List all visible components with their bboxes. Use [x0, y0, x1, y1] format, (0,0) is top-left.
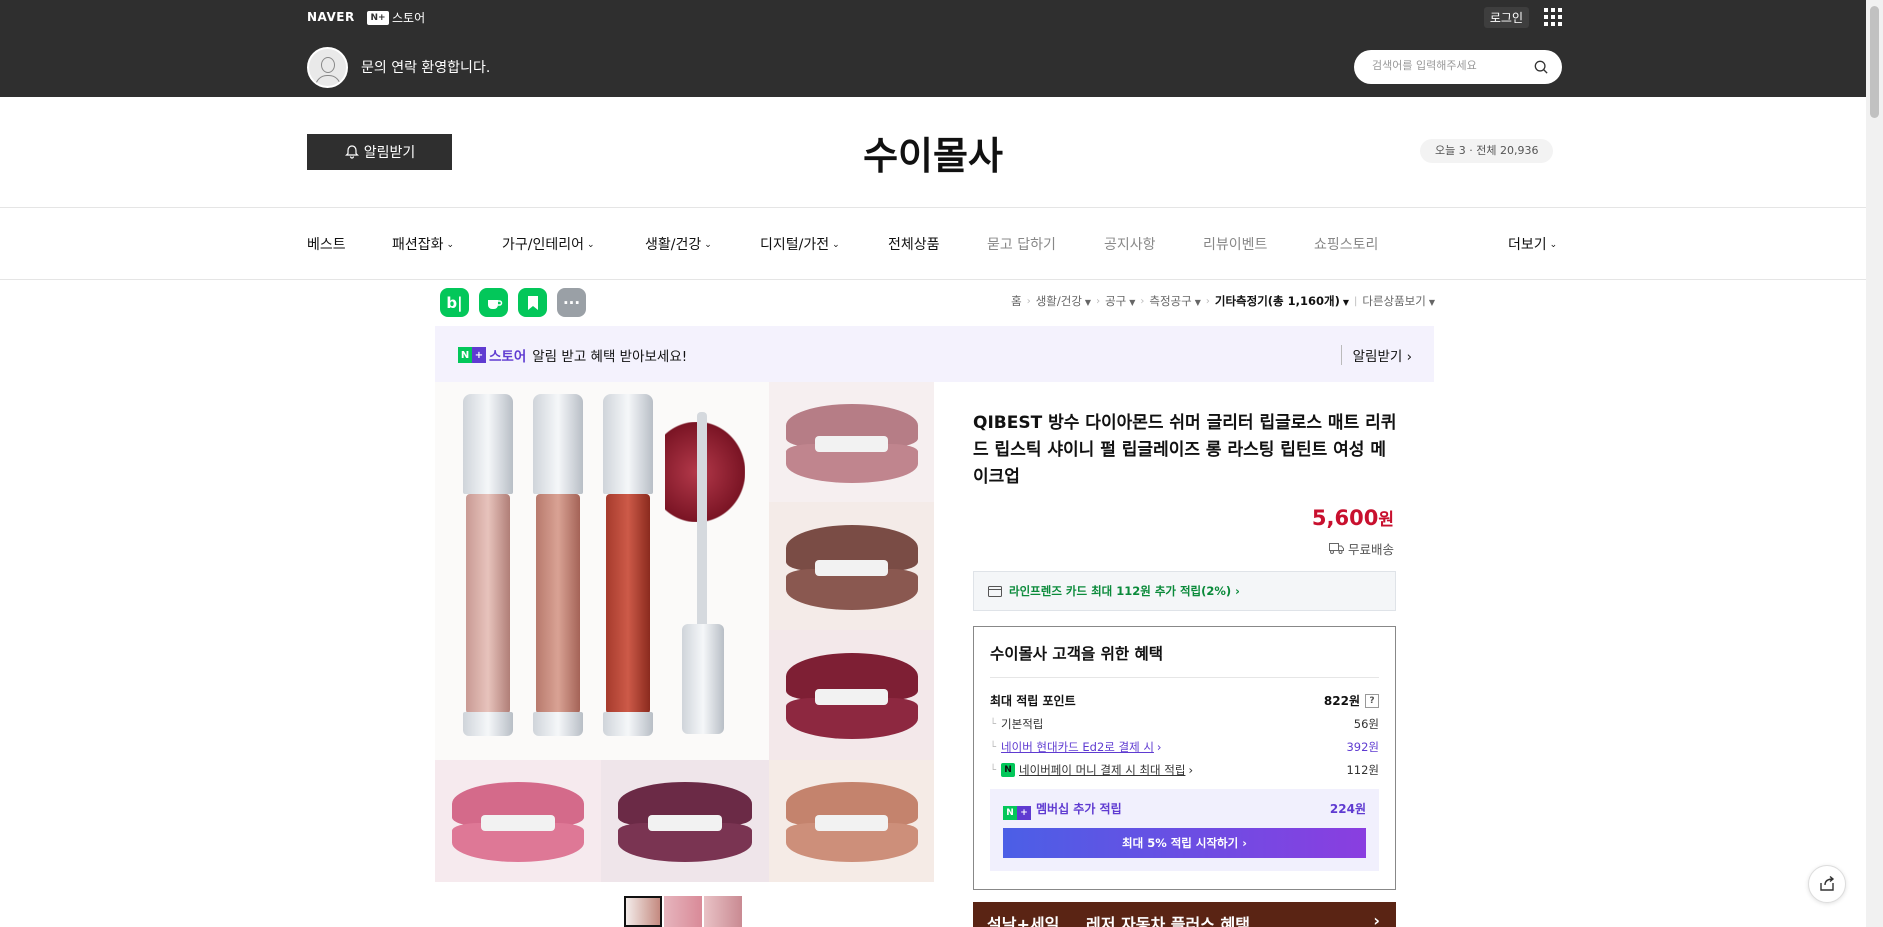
cafe-share-icon[interactable]	[479, 288, 508, 317]
product-thumbnail[interactable]	[704, 896, 742, 927]
promo-store-label: 스토어	[489, 349, 527, 365]
store-promo-banner: N + 스토어 알림 받고 혜택 받아보세요! 알림받기 ›	[435, 326, 1434, 382]
visit-count: 오늘 3 · 전체 20,936	[1420, 139, 1554, 163]
nav-item-review-event[interactable]: 리뷰이벤트	[1203, 234, 1267, 254]
max-points-row: 최대 적립 포인트 822원?	[990, 692, 1379, 709]
npay-points-row: └ N 네이버페이 머니 결제 시 최대 적립 › 112원	[990, 762, 1379, 778]
breadcrumb-cat2[interactable]: 공구 ▼	[1105, 293, 1135, 309]
chevron-down-icon: ⌄	[587, 240, 595, 250]
promo-alarm-link[interactable]: 알림받기 ›	[1340, 345, 1412, 365]
chevron-right-icon: ›	[1373, 911, 1380, 927]
nplus-logo-icon: N +	[458, 347, 486, 363]
nstore-link[interactable]: N+ 스토어	[367, 9, 425, 26]
nav-item-all-products[interactable]: 전체상품	[888, 234, 940, 254]
store-avatar[interactable]	[307, 47, 348, 88]
sale-event-banner[interactable]: 설날+세일 레저 자동차 플러스 혜택 ›	[973, 902, 1396, 927]
help-icon[interactable]: ?	[1365, 693, 1379, 708]
scrollbar-thumb[interactable]	[1870, 6, 1879, 118]
chevron-down-icon: ⌄	[704, 240, 712, 250]
app-grid-icon[interactable]	[1544, 8, 1562, 26]
more-share-icon[interactable]: ···	[557, 288, 586, 317]
card-benefit-link[interactable]: 라인프렌즈 카드 최대 112원 추가 적립(2%) ›	[973, 571, 1396, 611]
breadcrumb-cat1[interactable]: 생활/건강 ▼	[1036, 293, 1091, 309]
store-name[interactable]: 수이몰사	[0, 125, 1866, 180]
lipgloss-tubes-image	[435, 382, 769, 760]
product-thumbnails	[624, 896, 744, 927]
store-header: 알림받기 수이몰사 오늘 3 · 전체 20,936	[0, 97, 1866, 208]
truck-icon	[1328, 543, 1344, 554]
search-box	[1354, 50, 1562, 84]
top-bar: NAVER N+ 스토어 로그인 문의 연락 환영합니다.	[0, 0, 1866, 97]
nav-item-notice[interactable]: 공지사항	[1104, 234, 1156, 254]
breadcrumb-cat4[interactable]: 기타측정기(총 1,160개) ▼	[1215, 293, 1349, 309]
customer-benefits-box: 수이몰사 고객을 위한 혜택 최대 적립 포인트 822원? └ 기본적립 56원…	[973, 626, 1396, 890]
nav-item-qna[interactable]: 묻고 답하기	[987, 234, 1056, 254]
share-button[interactable]	[1808, 865, 1846, 903]
benefits-heading: 수이몰사 고객을 위한 혜택	[990, 645, 1164, 663]
breadcrumb: 홈 › 생활/건강 ▼ › 공구 ▼ › 측정공구 ▼ › 기타측정기(총 1,160개) ▼ |…	[1011, 293, 1435, 309]
store-welcome-text: 문의 연락 환영합니다.	[361, 60, 491, 76]
shipping-info: 무료배송	[1328, 539, 1394, 558]
blog-share-icon[interactable]: b|	[440, 288, 469, 317]
chevron-down-icon: ⌄	[832, 240, 840, 250]
basic-points-row: └ 기본적립 56원	[990, 717, 1379, 731]
nplus-logo-icon: N +	[1003, 806, 1031, 820]
nav-item-furniture[interactable]: 가구/인테리어 ⌄	[502, 234, 595, 254]
membership-label: 멤버십 추가 적립	[1036, 802, 1122, 816]
nstore-logo-icon: N+	[367, 10, 389, 25]
login-button[interactable]: 로그인	[1483, 7, 1529, 28]
promo-message: 알림 받고 혜택 받아보세요!	[532, 349, 688, 365]
product-price: 5,600원	[1311, 506, 1394, 530]
breadcrumb-other-products[interactable]: 다른상품보기 ▼	[1362, 293, 1435, 309]
nav-item-fashion[interactable]: 패션잡화 ⌄	[392, 234, 454, 254]
nstore-label: 스토어	[392, 11, 426, 25]
nav-item-shopping-story[interactable]: 쇼핑스토리	[1314, 234, 1378, 254]
breadcrumb-home[interactable]: 홈	[1011, 293, 1022, 309]
naver-logo[interactable]: NAVER	[307, 10, 355, 24]
credit-card-icon	[988, 585, 1002, 597]
nav-item-best[interactable]: 베스트	[307, 234, 346, 254]
product-main-image[interactable]	[435, 382, 934, 882]
product-thumbnail[interactable]	[664, 896, 702, 927]
search-icon[interactable]	[1534, 60, 1548, 74]
chevron-down-icon: ⌄	[446, 240, 455, 250]
membership-box: N + 멤버십 추가 적립 224원 최대 5% 적립 시작하기 ›	[990, 789, 1379, 871]
bookmark-share-icon[interactable]	[518, 288, 547, 317]
page-scrollbar[interactable]	[1866, 0, 1883, 927]
npay-icon: N	[1001, 763, 1016, 777]
product-title: QIBEST 방수 다이아몬드 쉬머 글리터 립글로스 매트 리퀴드 립스틱 샤…	[973, 413, 1397, 487]
nav-item-living-health[interactable]: 생활/건강 ⌄	[645, 234, 712, 254]
breadcrumb-cat3[interactable]: 측정공구 ▼	[1149, 293, 1200, 309]
card-points-link[interactable]: 네이버 현대카드 Ed2로 결제 시	[1001, 739, 1154, 755]
card-points-row: └ 네이버 현대카드 Ed2로 결제 시 › 392원	[990, 739, 1379, 755]
nav-more-button[interactable]: 더보기 ⌄	[1508, 234, 1557, 254]
npay-points-link[interactable]: 네이버페이 머니 결제 시 최대 적립	[1019, 762, 1185, 778]
social-share-row: b| ···	[440, 288, 596, 317]
category-nav: 베스트 패션잡화 ⌄ 가구/인테리어 ⌄ 생활/건강 ⌄ 디지털/가전 ⌄ 전체상품 묻…	[0, 208, 1866, 280]
chevron-down-icon: ⌄	[1549, 240, 1558, 250]
share-icon	[1820, 875, 1835, 891]
nav-item-digital[interactable]: 디지털/가전 ⌄	[760, 234, 840, 254]
membership-start-button[interactable]: 최대 5% 적립 시작하기 ›	[1003, 828, 1366, 858]
membership-value: 224원	[1329, 802, 1366, 816]
search-input[interactable]	[1372, 59, 1532, 72]
product-thumbnail[interactable]	[624, 896, 662, 927]
